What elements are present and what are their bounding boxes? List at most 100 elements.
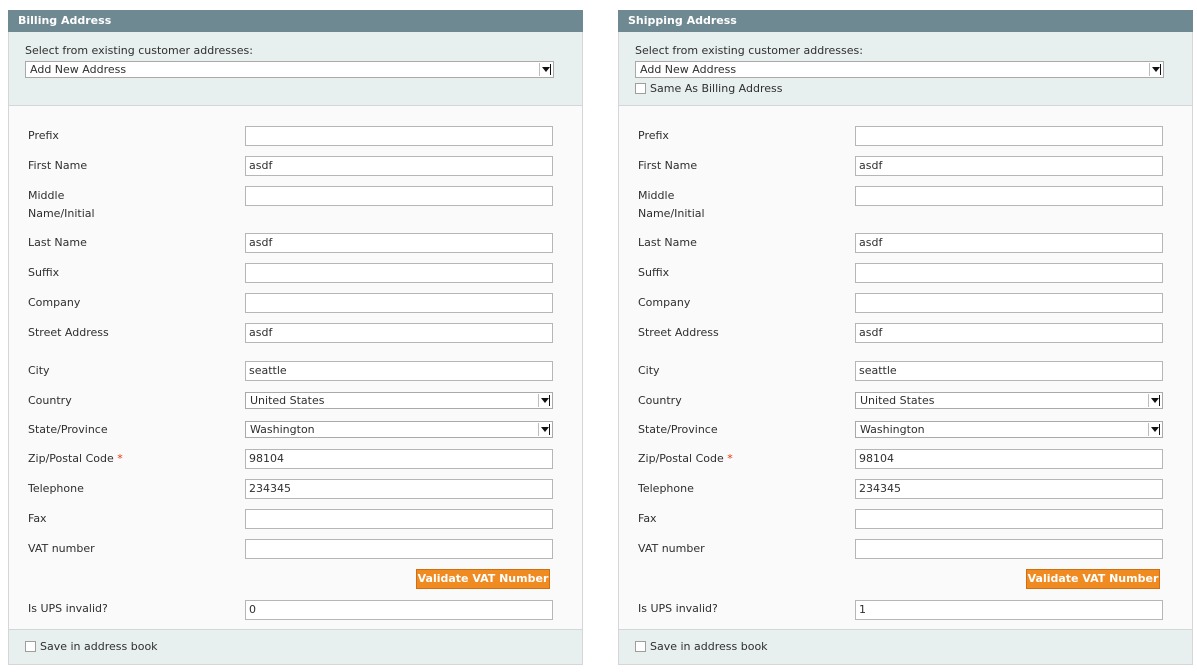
- shipping-middle-name-input[interactable]: [855, 186, 1163, 206]
- shipping-first-name-label: First Name: [638, 159, 698, 172]
- shipping-company-label: Company: [638, 296, 691, 309]
- shipping-address-panel: Shipping Address Select from existing cu…: [618, 10, 1193, 665]
- dropdown-arrow-icon: [539, 63, 552, 76]
- dropdown-arrow-icon: [538, 394, 551, 407]
- shipping-address-select[interactable]: Add New Address: [635, 61, 1164, 78]
- billing-address-panel: Billing Address Select from existing cus…: [8, 10, 583, 665]
- billing-state-value: Washington: [250, 423, 315, 436]
- billing-company-label: Company: [28, 296, 81, 309]
- billing-ups-input[interactable]: 0: [245, 600, 553, 620]
- shipping-phone-input[interactable]: 234345: [855, 479, 1163, 499]
- dropdown-arrow-icon: [538, 423, 551, 436]
- billing-zip-label-text: Zip/Postal Code: [28, 452, 114, 465]
- billing-country-label: Country: [28, 394, 72, 407]
- shipping-state-value: Washington: [860, 423, 925, 436]
- billing-save-in-book-label: Save in address book: [40, 640, 158, 653]
- shipping-address-title: Shipping Address: [618, 10, 1193, 32]
- billing-vat-label: VAT number: [28, 542, 95, 555]
- billing-country-select[interactable]: United States: [245, 392, 553, 409]
- shipping-fax-label: Fax: [638, 512, 657, 525]
- billing-prefix-input[interactable]: [245, 126, 553, 146]
- shipping-address-select-section: Select from existing customer addresses:…: [619, 32, 1192, 106]
- billing-last-name-label: Last Name: [28, 236, 87, 249]
- billing-save-in-book-row[interactable]: Save in address book: [25, 640, 158, 653]
- shipping-zip-label: Zip/Postal Code *: [638, 450, 733, 468]
- shipping-last-name-label: Last Name: [638, 236, 697, 249]
- same-as-billing-label: Same As Billing Address: [650, 82, 783, 95]
- shipping-phone-label: Telephone: [638, 482, 694, 495]
- billing-street-label: Street Address: [28, 326, 109, 339]
- billing-company-input[interactable]: [245, 293, 553, 313]
- shipping-prefix-label: Prefix: [638, 129, 669, 142]
- billing-zip-input[interactable]: 98104: [245, 449, 553, 469]
- shipping-suffix-label: Suffix: [638, 266, 670, 279]
- billing-first-name-input[interactable]: asdf: [245, 156, 553, 176]
- shipping-save-in-book-row[interactable]: Save in address book: [635, 640, 768, 653]
- shipping-address-select-value: Add New Address: [640, 63, 737, 76]
- billing-middle-name-input[interactable]: [245, 186, 553, 206]
- shipping-prefix-input[interactable]: [855, 126, 1163, 146]
- billing-select-label: Select from existing customer addresses:: [25, 44, 253, 57]
- billing-state-label: State/Province: [28, 423, 108, 436]
- shipping-first-name-input[interactable]: asdf: [855, 156, 1163, 176]
- shipping-country-label: Country: [638, 394, 682, 407]
- required-marker: *: [117, 452, 123, 465]
- shipping-state-label: State/Province: [638, 423, 718, 436]
- billing-state-select[interactable]: Washington: [245, 421, 553, 438]
- billing-footer: Save in address book: [9, 629, 582, 664]
- shipping-validate-vat-button[interactable]: Validate VAT Number: [1026, 569, 1160, 589]
- shipping-street-input[interactable]: asdf: [855, 323, 1163, 343]
- shipping-country-select[interactable]: United States: [855, 392, 1163, 409]
- shipping-city-input[interactable]: seattle: [855, 361, 1163, 381]
- billing-vat-input[interactable]: [245, 539, 553, 559]
- billing-address-select[interactable]: Add New Address: [25, 61, 554, 78]
- billing-city-input[interactable]: seattle: [245, 361, 553, 381]
- billing-ups-label: Is UPS invalid?: [28, 602, 108, 615]
- shipping-vat-label: VAT number: [638, 542, 705, 555]
- billing-middle-name-label-line2: Name/Initial: [28, 207, 95, 220]
- billing-suffix-label: Suffix: [28, 266, 60, 279]
- dropdown-arrow-icon: [1149, 63, 1162, 76]
- shipping-city-label: City: [638, 364, 660, 377]
- shipping-footer: Save in address book: [619, 629, 1192, 664]
- shipping-zip-input[interactable]: 98104: [855, 449, 1163, 469]
- shipping-ups-input[interactable]: 1: [855, 600, 1163, 620]
- billing-address-title: Billing Address: [8, 10, 583, 32]
- billing-first-name-label: First Name: [28, 159, 88, 172]
- shipping-save-in-book-label: Save in address book: [650, 640, 768, 653]
- shipping-country-value: United States: [860, 394, 935, 407]
- required-marker: *: [727, 452, 733, 465]
- dropdown-arrow-icon: [1148, 394, 1161, 407]
- billing-phone-label: Telephone: [28, 482, 84, 495]
- billing-country-value: United States: [250, 394, 325, 407]
- billing-prefix-label: Prefix: [28, 129, 59, 142]
- billing-last-name-input[interactable]: asdf: [245, 233, 553, 253]
- billing-address-select-section: Select from existing customer addresses:…: [9, 32, 582, 106]
- shipping-ups-label: Is UPS invalid?: [638, 602, 718, 615]
- billing-zip-label: Zip/Postal Code *: [28, 450, 123, 468]
- billing-city-label: City: [28, 364, 50, 377]
- billing-phone-input[interactable]: 234345: [245, 479, 553, 499]
- shipping-fax-input[interactable]: [855, 509, 1163, 529]
- shipping-save-in-book-checkbox[interactable]: [635, 641, 646, 652]
- shipping-middle-name-label-line1: Middle: [638, 189, 675, 202]
- same-as-billing-checkbox[interactable]: [635, 83, 646, 94]
- shipping-last-name-input[interactable]: asdf: [855, 233, 1163, 253]
- billing-middle-name-label-line1: Middle: [28, 189, 65, 202]
- dropdown-arrow-icon: [1148, 423, 1161, 436]
- billing-suffix-input[interactable]: [245, 263, 553, 283]
- billing-validate-vat-button[interactable]: Validate VAT Number: [416, 569, 550, 589]
- billing-address-select-value: Add New Address: [30, 63, 127, 76]
- shipping-vat-input[interactable]: [855, 539, 1163, 559]
- shipping-zip-label-text: Zip/Postal Code: [638, 452, 724, 465]
- billing-save-in-book-checkbox[interactable]: [25, 641, 36, 652]
- same-as-billing-row[interactable]: Same As Billing Address: [635, 82, 782, 95]
- billing-fax-input[interactable]: [245, 509, 553, 529]
- billing-street-input[interactable]: asdf: [245, 323, 553, 343]
- shipping-state-select[interactable]: Washington: [855, 421, 1163, 438]
- shipping-street-label: Street Address: [638, 326, 719, 339]
- shipping-company-input[interactable]: [855, 293, 1163, 313]
- shipping-suffix-input[interactable]: [855, 263, 1163, 283]
- shipping-select-label: Select from existing customer addresses:: [635, 44, 863, 57]
- shipping-middle-name-label-line2: Name/Initial: [638, 207, 705, 220]
